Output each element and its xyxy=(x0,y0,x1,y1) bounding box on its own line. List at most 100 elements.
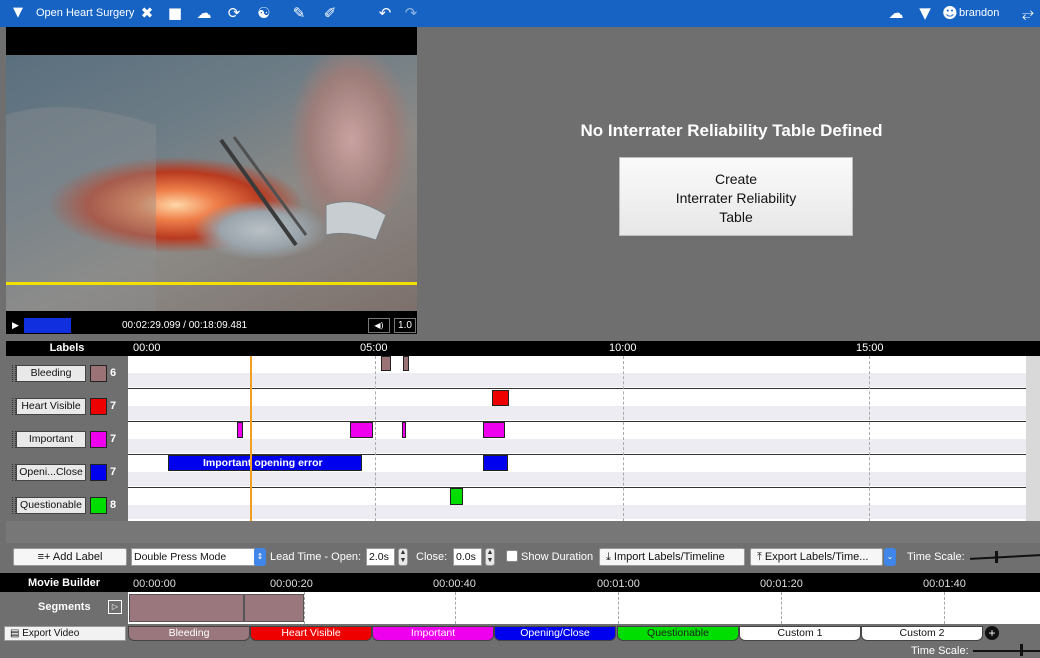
redo-icon[interactable]: ↷ xyxy=(402,4,420,22)
import-text: Import Labels/Timeline xyxy=(613,551,725,563)
label-button[interactable]: Openi...Close xyxy=(16,464,86,481)
label-mark[interactable] xyxy=(483,422,505,438)
category-tab-custom-1[interactable]: Custom 1 xyxy=(739,626,861,641)
timeline-scrollbar[interactable] xyxy=(1026,356,1040,521)
add-label-button[interactable]: ≡+ Add Label xyxy=(13,548,127,566)
create-irr-table-button[interactable]: Create Interrater Reliability Table xyxy=(619,157,853,236)
play-icon[interactable]: ▶ xyxy=(9,319,22,332)
fullscreen-exit-icon[interactable]: ⥂ xyxy=(1019,4,1037,22)
segments-play-icon[interactable]: ▷ xyxy=(108,600,122,614)
irr-title: No Interrater Reliability Table Defined xyxy=(580,121,883,140)
movie-segment[interactable] xyxy=(129,594,244,622)
grid-line xyxy=(304,592,305,624)
save-icon[interactable]: ■ xyxy=(166,4,184,22)
app-title: Open Heart Surgery xyxy=(36,7,135,19)
grid-line xyxy=(623,356,624,521)
close-stepper-icon[interactable]: ▲ ▼ xyxy=(485,548,495,566)
mb-tick-label: 00:00:20 xyxy=(270,578,313,590)
film-icon: ▤ xyxy=(10,628,23,639)
user-name[interactable]: brandon xyxy=(959,7,999,19)
category-tab-questionable[interactable]: Questionable xyxy=(617,626,739,641)
video-progress-line xyxy=(6,282,417,285)
volume-icon[interactable]: ◀) xyxy=(368,318,390,333)
label-mark[interactable] xyxy=(402,422,406,438)
export-dropdown-icon[interactable]: ⌄ xyxy=(884,548,896,566)
tick-label: 10:00 xyxy=(609,342,637,354)
label-button[interactable]: Heart Visible xyxy=(16,398,86,415)
lead-open-input[interactable]: 2.0s xyxy=(366,548,395,566)
export-video-button[interactable]: ▤ Export Video xyxy=(4,626,126,641)
timeline-footer xyxy=(6,521,1040,543)
import-labels-button[interactable]: ⤓ Import Labels/Timeline xyxy=(599,548,745,566)
label-color-swatch[interactable] xyxy=(90,431,107,448)
track-bleeding[interactable] xyxy=(128,356,1026,389)
time-scale-thumb[interactable] xyxy=(995,551,998,563)
label-mark[interactable] xyxy=(381,356,391,371)
users-icon[interactable]: ☯ xyxy=(255,4,273,22)
time-scale-slider[interactable] xyxy=(973,650,1040,652)
timeline-tracks[interactable]: Important opening error xyxy=(128,356,1026,521)
close-icon[interactable]: ✖ xyxy=(138,4,156,22)
label-button[interactable]: Bleeding xyxy=(16,365,86,382)
show-duration-label: Show Duration xyxy=(521,551,594,563)
label-color-swatch[interactable] xyxy=(90,365,107,382)
label-mark[interactable] xyxy=(492,390,509,406)
label-mark[interactable] xyxy=(350,422,373,438)
tick-label: 00:00 xyxy=(133,342,161,354)
track-opening-close[interactable]: Important opening error xyxy=(128,455,1026,488)
category-tab-important[interactable]: Important xyxy=(372,626,494,641)
track-important[interactable] xyxy=(128,422,1026,455)
tick-label: 05:00 xyxy=(360,342,388,354)
label-color-swatch[interactable] xyxy=(90,497,107,514)
export-labels-button[interactable]: ⤒ Export Labels/Time... xyxy=(750,548,883,566)
pencil-icon[interactable]: ✎ xyxy=(290,4,308,22)
track-heart-visible[interactable] xyxy=(128,389,1026,422)
interrater-panel: No Interrater Reliability Table Defined … xyxy=(423,27,1040,334)
cloud-upload-right-icon[interactable]: ☁ xyxy=(887,4,905,22)
mode-select[interactable]: Double Press Mode xyxy=(131,548,255,566)
close-input[interactable]: 0.0s xyxy=(453,548,482,566)
label-button[interactable]: Important xyxy=(16,431,86,448)
label-count: 7 xyxy=(110,433,117,445)
lead-open-stepper-icon[interactable]: ▲ ▼ xyxy=(398,548,408,566)
label-mark[interactable] xyxy=(403,356,409,371)
label-color-swatch[interactable] xyxy=(90,464,107,481)
playhead[interactable] xyxy=(250,356,252,521)
add-label-text: Add Label xyxy=(52,551,103,563)
label-mark[interactable] xyxy=(450,488,463,505)
annotated-label-mark[interactable]: Important opening error xyxy=(168,455,362,471)
download-icon[interactable]: ▼ xyxy=(916,4,934,22)
import-icon: ⤓ xyxy=(606,551,614,563)
label-button[interactable]: Questionable xyxy=(16,497,86,514)
label-count: 8 xyxy=(110,499,117,511)
segments-track[interactable] xyxy=(128,592,1040,624)
sync-icon[interactable]: ⟳ xyxy=(225,4,243,22)
category-tab-bleeding[interactable]: Bleeding xyxy=(128,626,250,641)
category-tab-heart-visible[interactable]: Heart Visible xyxy=(250,626,372,641)
seek-bar[interactable] xyxy=(24,318,71,333)
mb-tick-label: 00:01:20 xyxy=(760,578,803,590)
time-scale-thumb[interactable] xyxy=(1020,644,1023,656)
label-mark[interactable] xyxy=(237,422,243,438)
show-duration-checkbox[interactable] xyxy=(506,550,518,562)
label-color-swatch[interactable] xyxy=(90,398,107,415)
segments-label-cell: Segments ▷ xyxy=(0,592,128,624)
movie-segment[interactable] xyxy=(244,594,304,622)
segments-title: Segments xyxy=(38,601,91,613)
time-scale-label: Time Scale: xyxy=(911,645,969,657)
label-mark[interactable] xyxy=(483,455,508,471)
category-tab-custom-2[interactable]: Custom 2 xyxy=(861,626,983,641)
time-scale-slider[interactable] xyxy=(969,554,1040,560)
export-icon: ⤒ xyxy=(757,551,765,563)
draw-tool-icon[interactable]: ✐ xyxy=(321,4,339,22)
mode-dropdown-icon[interactable]: ⇕ xyxy=(254,548,266,566)
category-tab-opening-close[interactable]: Opening/Close xyxy=(494,626,616,641)
user-icon[interactable]: ☻ xyxy=(941,4,959,22)
playback-speed[interactable]: 1.0 xyxy=(394,318,416,333)
video-player[interactable] xyxy=(6,27,417,317)
cloud-upload-icon[interactable]: ☁ xyxy=(195,4,213,22)
app-logo-icon[interactable]: ▼ xyxy=(9,4,27,22)
add-category-icon[interactable]: + xyxy=(985,626,999,640)
track-questionable[interactable] xyxy=(128,488,1026,521)
undo-icon[interactable]: ↶ xyxy=(376,4,394,22)
